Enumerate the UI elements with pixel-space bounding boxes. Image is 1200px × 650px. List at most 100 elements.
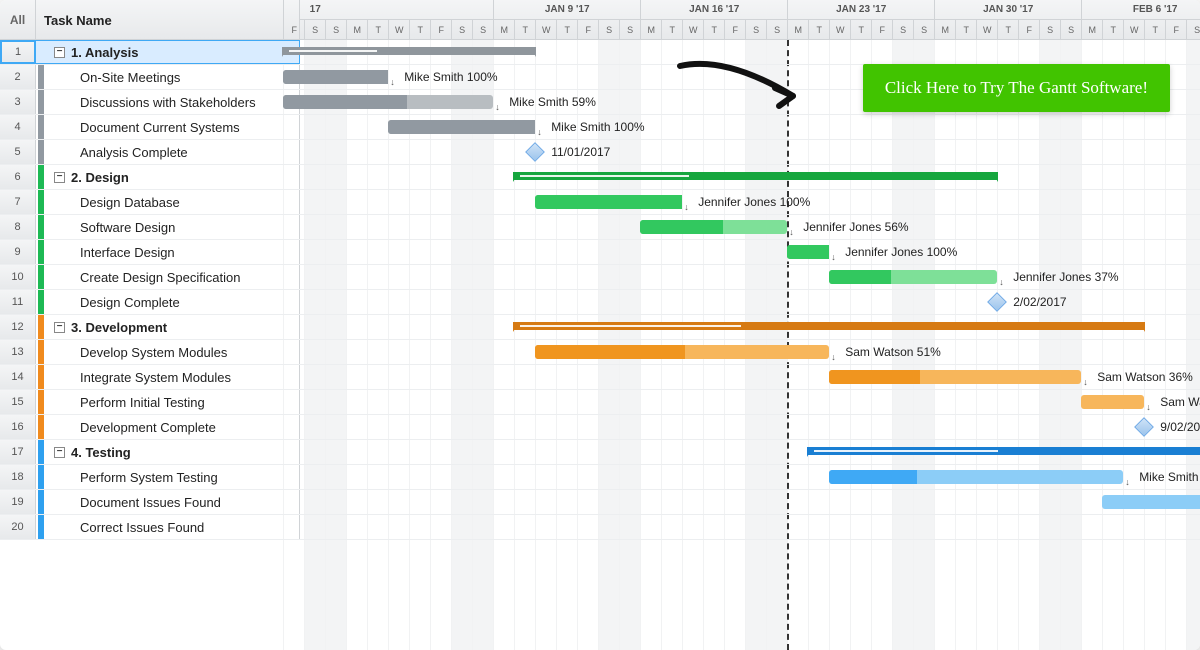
task-label-cell[interactable]: On-Site Meetings xyxy=(36,65,300,89)
row-number[interactable]: 7 xyxy=(0,190,36,214)
table-row[interactable]: 16Development Complete xyxy=(0,415,1200,440)
timeline-day: F xyxy=(283,20,304,40)
timeline-day: W xyxy=(682,20,703,40)
task-bar[interactable] xyxy=(829,270,997,284)
task-bar[interactable] xyxy=(283,95,493,109)
task-label-cell[interactable]: −2. Design xyxy=(36,165,300,189)
dependency-arrow-icon: ↓ xyxy=(390,78,395,87)
arrow-illustration xyxy=(675,58,805,121)
task-label-cell[interactable]: Software Design xyxy=(36,215,300,239)
task-bar[interactable] xyxy=(829,370,1081,384)
row-number[interactable]: 15 xyxy=(0,390,36,414)
task-name: 4. Testing xyxy=(71,445,131,460)
task-label-cell[interactable]: Develop System Modules xyxy=(36,340,300,364)
timeline-day: S xyxy=(598,20,619,40)
task-bar[interactable] xyxy=(787,245,829,259)
task-name: Design Complete xyxy=(80,295,180,310)
task-label-cell[interactable]: Discussions with Stakeholders xyxy=(36,90,300,114)
task-label-cell[interactable]: Design Database xyxy=(36,190,300,214)
task-label-cell[interactable]: Development Complete xyxy=(36,415,300,439)
milestone-label: 2/02/2017 xyxy=(1013,295,1066,309)
task-bar[interactable] xyxy=(1102,495,1200,509)
task-label-cell[interactable]: Document Issues Found xyxy=(36,490,300,514)
task-bar[interactable] xyxy=(640,220,787,234)
row-number[interactable]: 10 xyxy=(0,265,36,289)
row-number[interactable]: 6 xyxy=(0,165,36,189)
task-name: Analysis Complete xyxy=(80,145,188,160)
timeline-day: F xyxy=(871,20,892,40)
task-bar[interactable] xyxy=(1081,395,1144,409)
task-name-column-header[interactable]: Task Name xyxy=(36,0,300,40)
timeline-day: M xyxy=(640,20,661,40)
task-bar[interactable] xyxy=(535,195,682,209)
dependency-arrow-icon: ↓ xyxy=(831,253,836,262)
row-number[interactable]: 17 xyxy=(0,440,36,464)
row-number[interactable]: 20 xyxy=(0,515,36,539)
dependency-arrow-icon: ↓ xyxy=(999,278,1004,287)
summary-bar[interactable] xyxy=(808,447,1200,455)
timeline-day: T xyxy=(514,20,535,40)
table-row[interactable]: 8Software Design xyxy=(0,215,1200,240)
row-number[interactable]: 13 xyxy=(0,340,36,364)
row-number[interactable]: 9 xyxy=(0,240,36,264)
collapse-toggle[interactable]: − xyxy=(54,322,65,333)
timeline-header[interactable]: 17JAN 9 '17JAN 16 '17JAN 23 '17JAN 30 '1… xyxy=(300,0,1200,40)
summary-bar[interactable] xyxy=(514,172,997,180)
task-bar[interactable] xyxy=(283,70,388,84)
task-bar[interactable] xyxy=(388,120,535,134)
table-row[interactable]: 1−1. Analysis xyxy=(0,40,1200,65)
table-row[interactable]: 15Perform Initial Testing xyxy=(0,390,1200,415)
task-label-cell[interactable]: Document Current Systems xyxy=(36,115,300,139)
summary-bar[interactable] xyxy=(514,322,1144,330)
timeline-day: T xyxy=(955,20,976,40)
row-number[interactable]: 11 xyxy=(0,290,36,314)
task-label-cell[interactable]: Correct Issues Found xyxy=(36,515,300,539)
task-label-cell[interactable]: −4. Testing xyxy=(36,440,300,464)
task-label-cell[interactable]: Analysis Complete xyxy=(36,140,300,164)
task-label-cell[interactable]: Create Design Specification xyxy=(36,265,300,289)
timeline-day: F xyxy=(1018,20,1039,40)
row-number[interactable]: 12 xyxy=(0,315,36,339)
summary-bar[interactable] xyxy=(283,47,535,55)
task-bar-label: Sam Watson 51% xyxy=(845,345,941,359)
task-label-cell[interactable]: Interface Design xyxy=(36,240,300,264)
header: All Task Name 17JAN 9 '17JAN 16 '17JAN 2… xyxy=(0,0,1200,40)
collapse-toggle[interactable]: − xyxy=(54,47,65,58)
task-label-cell[interactable]: −1. Analysis xyxy=(36,40,300,64)
task-label-cell[interactable]: Perform Initial Testing xyxy=(36,390,300,414)
row-number[interactable]: 2 xyxy=(0,65,36,89)
timeline-day: M xyxy=(1081,20,1102,40)
collapse-toggle[interactable]: − xyxy=(54,172,65,183)
task-name: 2. Design xyxy=(71,170,129,185)
row-number[interactable]: 5 xyxy=(0,140,36,164)
task-label-cell[interactable]: Integrate System Modules xyxy=(36,365,300,389)
task-bar-label: Sam Watson xyxy=(1160,395,1200,409)
table-row[interactable]: 20Correct Issues Found xyxy=(0,515,1200,540)
cta-button[interactable]: Click Here to Try The Gantt Software! xyxy=(863,64,1170,112)
table-row[interactable]: 19Document Issues Found xyxy=(0,490,1200,515)
timeline-week-label: 17 xyxy=(283,0,346,20)
task-label-cell[interactable]: −3. Development xyxy=(36,315,300,339)
collapse-toggle[interactable]: − xyxy=(54,447,65,458)
task-name: Perform System Testing xyxy=(80,470,218,485)
task-bar[interactable] xyxy=(829,470,1123,484)
row-number[interactable]: 16 xyxy=(0,415,36,439)
row-number[interactable]: 1 xyxy=(0,40,36,64)
task-label-cell[interactable]: Design Complete xyxy=(36,290,300,314)
dependency-arrow-icon: ↓ xyxy=(789,228,794,237)
row-number[interactable]: 18 xyxy=(0,465,36,489)
timeline-week-label: JAN 9 '17 xyxy=(493,0,640,20)
row-number[interactable]: 14 xyxy=(0,365,36,389)
row-number[interactable]: 8 xyxy=(0,215,36,239)
select-all-cell[interactable]: All xyxy=(0,0,36,40)
row-number[interactable]: 4 xyxy=(0,115,36,139)
dependency-arrow-icon: ↓ xyxy=(1146,403,1151,412)
table-row[interactable]: 9Interface Design xyxy=(0,240,1200,265)
timeline-day: W xyxy=(535,20,556,40)
row-number[interactable]: 3 xyxy=(0,90,36,114)
dependency-arrow-icon: ↓ xyxy=(684,203,689,212)
task-label-cell[interactable]: Perform System Testing xyxy=(36,465,300,489)
row-number[interactable]: 19 xyxy=(0,490,36,514)
milestone-label: 9/02/2017 xyxy=(1160,420,1200,434)
task-bar[interactable] xyxy=(535,345,829,359)
